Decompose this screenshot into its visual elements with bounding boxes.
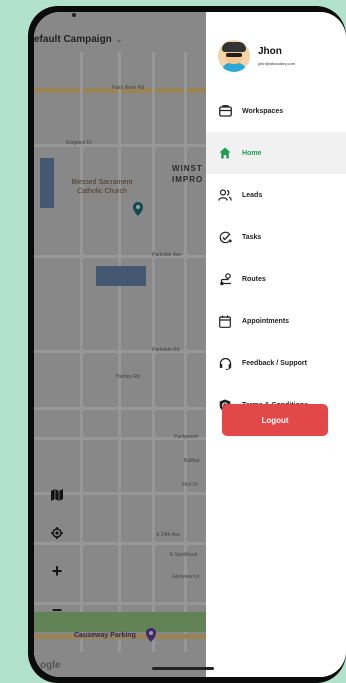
home-indicator[interactable] [152,667,214,670]
campaign-title: efault Campaign [34,33,112,45]
minus-icon: – [51,598,62,619]
screen: Palm River Rd Kingston Dr Parkside Ave P… [34,12,346,677]
calendar-icon [218,314,232,328]
menu-item-leads[interactable]: Leads [206,174,346,216]
menu-item-appointments[interactable]: Appointments [206,300,346,342]
support-icon [218,356,232,370]
menu-item-label: Routes [242,275,266,283]
zoom-out-button[interactable]: – [44,596,70,622]
google-logo: ogle [40,660,61,671]
workspace-icon [218,104,232,118]
routes-icon [218,272,232,286]
menu-item-feedback[interactable]: Feedback / Support [206,342,346,384]
profile-email: john@abcsolary.com [258,61,296,66]
my-location-button[interactable] [44,520,70,546]
leads-icon [218,188,232,202]
chevron-down-icon: ⌄ [115,34,123,44]
status-dot [72,13,76,17]
menu-item-label: Feedback / Support [242,359,307,367]
menu-item-workspaces[interactable]: Workspaces [206,90,346,132]
map-view[interactable]: Palm River Rd Kingston Dr Parkside Ave P… [34,12,210,677]
menu-item-routes[interactable]: Routes [206,258,346,300]
map-controls: + – [44,482,70,634]
campaign-selector[interactable]: efault Campaign ⌄ [34,28,123,50]
menu-item-label: Home [242,149,262,157]
map-icon [51,489,63,501]
logout-button[interactable]: Logout [222,404,328,436]
profile-name: Jhon [258,46,282,57]
crosshair-icon [51,527,63,539]
map-layers-button[interactable] [44,482,70,508]
menu-item-label: Appointments [242,317,290,325]
avatar [218,40,250,72]
profile-header[interactable]: Jhon john@abcsolary.com [218,40,295,72]
tasks-icon [218,230,232,244]
drawer-menu: Workspaces Home Leads Tasks Routes Appoi… [206,90,346,426]
status-bar [34,12,210,22]
zoom-in-button[interactable]: + [44,558,70,584]
home-icon [218,146,232,160]
menu-item-tasks[interactable]: Tasks [206,216,346,258]
plus-icon: + [51,560,63,581]
navigation-drawer: Jhon john@abcsolary.com Workspaces Home [206,12,346,677]
menu-item-label: Leads [242,191,263,199]
menu-item-label: Workspaces [242,107,284,115]
menu-item-label: Tasks [242,233,262,241]
menu-item-home[interactable]: Home [206,132,346,174]
